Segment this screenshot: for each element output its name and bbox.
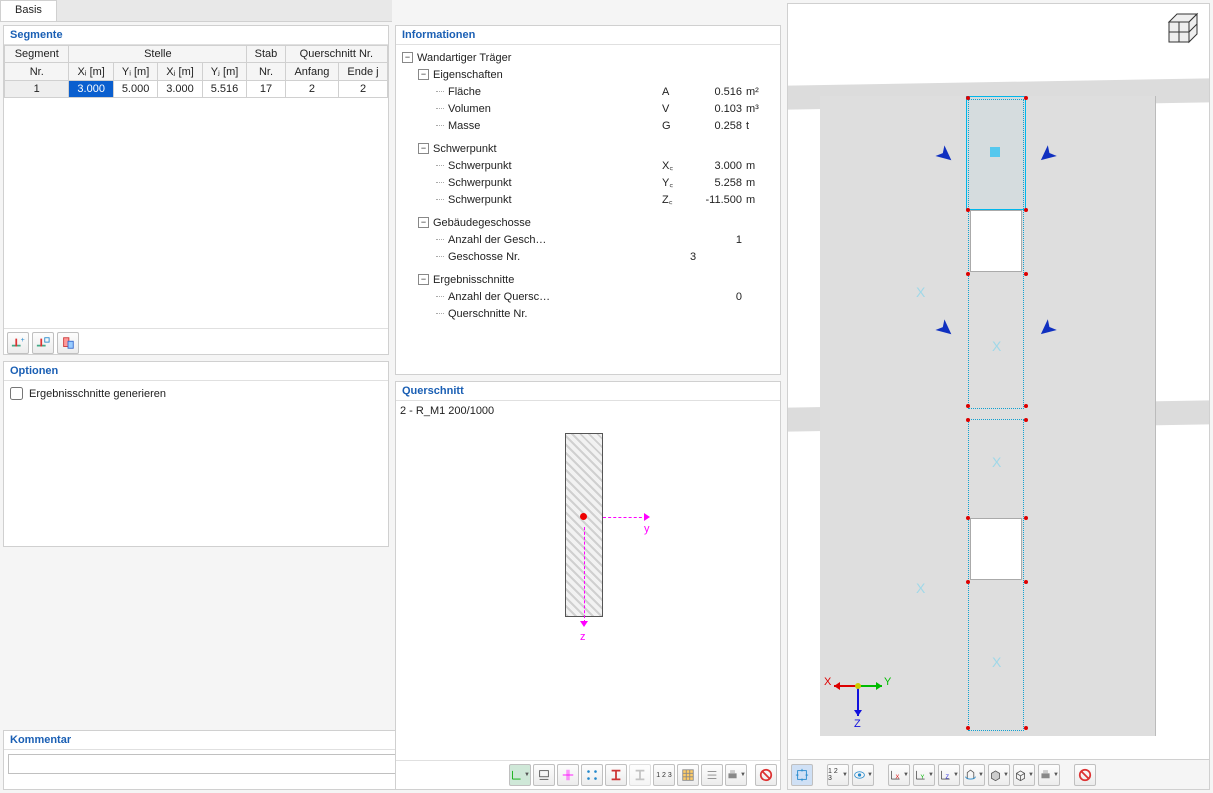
axis-z-label: Z (854, 718, 861, 730)
querschnitt-panel: Querschnitt 2 - R_M1 200/1000 y z ▼ (395, 381, 781, 790)
qs-tool-dim-icon[interactable] (533, 764, 555, 786)
axis-widget: X Y Z (828, 666, 888, 729)
tree-toggle-icon[interactable]: − (418, 274, 429, 285)
opening (970, 210, 1022, 272)
info-title: Informationen (396, 26, 780, 45)
table-row[interactable]: 1 3.000 5.000 3.000 5.516 17 2 2 (5, 81, 388, 98)
vp-rotate-icon[interactable]: ▼ (963, 764, 985, 786)
qs-tool-stress-icon[interactable] (557, 764, 579, 786)
selection-handle[interactable] (990, 147, 1000, 157)
querschnitt-title: Querschnitt (396, 382, 780, 401)
cell-xi[interactable]: 3.000 (69, 81, 113, 98)
tree-root: Wandartiger Träger (417, 52, 776, 64)
vp-axis-x-icon[interactable]: X▼ (888, 764, 910, 786)
origin-icon (580, 513, 587, 520)
svg-text:+: + (21, 337, 25, 344)
seg-add-icon[interactable]: + (7, 332, 29, 354)
vp-print-icon[interactable]: ▼ (1038, 764, 1060, 786)
ergschn-checkbox[interactable] (10, 387, 23, 400)
qs-tool-axes-icon[interactable]: ▼ (509, 764, 531, 786)
tree-toggle-icon[interactable]: − (418, 217, 429, 228)
col-stab: Stab (247, 46, 285, 63)
qs-tool-ibeam-icon[interactable] (605, 764, 627, 786)
vp-close-icon[interactable] (1074, 764, 1096, 786)
svg-text:X: X (896, 774, 900, 780)
optionen-title: Optionen (4, 362, 388, 381)
y-axis (603, 517, 647, 518)
vp-select-icon[interactable] (791, 764, 813, 786)
qs-tool-ibeam2-icon[interactable] (629, 764, 651, 786)
z-axis (584, 527, 585, 623)
vp-render-icon[interactable]: ▼ (988, 764, 1010, 786)
info-panel: Informationen −Wandartiger Träger −Eigen… (395, 25, 781, 375)
ergschn-label: Ergebnisschnitte generieren (29, 388, 166, 400)
qs-tool-list-icon[interactable] (701, 764, 723, 786)
vp-wireframe-icon[interactable]: ▼ (1013, 764, 1035, 786)
tree-toggle-icon[interactable]: − (418, 69, 429, 80)
vp-axis-z-icon[interactable]: Z▼ (938, 764, 960, 786)
y-axis-label: y (644, 523, 650, 535)
seg-edit-icon[interactable] (32, 332, 54, 354)
qs-tool-grid-icon[interactable] (677, 764, 699, 786)
segmente-title: Segmente (4, 26, 388, 45)
querschnitt-desc: 2 - R_M1 200/1000 (400, 405, 776, 417)
z-axis-label: z (580, 631, 586, 643)
vp-numbers-icon[interactable]: 1 2 3▼ (827, 764, 849, 786)
opening (970, 518, 1022, 580)
svg-text:Y: Y (921, 774, 925, 780)
qs-tool-print-icon[interactable]: ▼ (725, 764, 747, 786)
tab-basis[interactable]: Basis (0, 0, 57, 21)
nav-cube[interactable] (1161, 10, 1201, 50)
querschnitt-canvas[interactable]: y z (400, 417, 776, 687)
segmente-table[interactable]: Segment Stelle Stab Querschnitt Nr. Nr. … (4, 45, 388, 98)
3d-viewport[interactable]: XX XX X ➤ ➤ ➤ ➤ X Y Z (787, 3, 1210, 790)
col-stelle: Stelle (69, 46, 247, 63)
segmente-panel: Segmente Segment Stelle Stab Querschnitt… (3, 25, 389, 355)
seg-delete-icon[interactable] (57, 332, 79, 354)
qs-tool-points-icon[interactable] (581, 764, 603, 786)
vp-show-icon[interactable]: ▼ (852, 764, 874, 786)
qs-tool-close-icon[interactable] (755, 764, 777, 786)
tree-toggle-icon[interactable]: − (402, 52, 413, 63)
vp-axis-y-icon[interactable]: Y▼ (913, 764, 935, 786)
svg-text:Z: Z (946, 774, 950, 780)
col-segment: Segment (5, 46, 69, 63)
qs-tool-values-icon[interactable]: 1 2 3 (653, 764, 675, 786)
col-qsnr: Querschnitt Nr. (285, 46, 387, 63)
axis-x-label: X (824, 676, 831, 688)
optionen-panel: Optionen Ergebnisschnitte generieren (3, 361, 389, 547)
axis-y-label: Y (884, 676, 891, 688)
tree-toggle-icon[interactable]: − (418, 143, 429, 154)
